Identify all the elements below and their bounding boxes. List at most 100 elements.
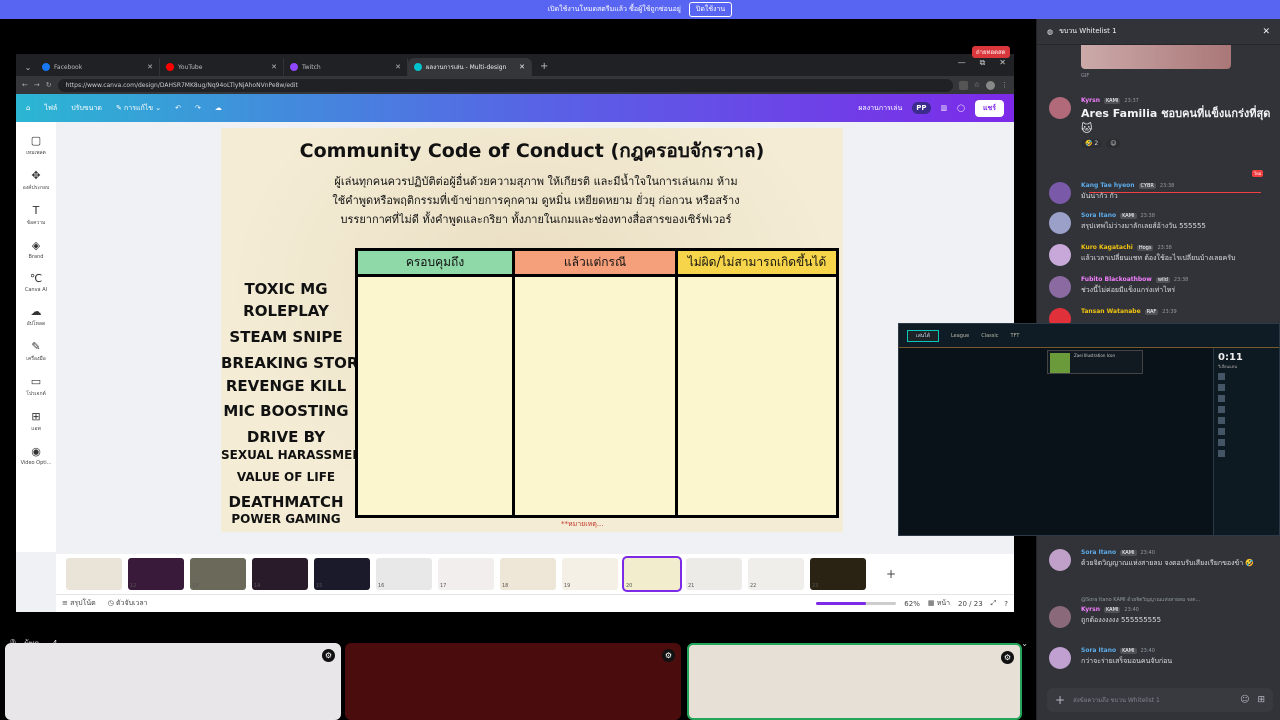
chat-message[interactable]: Fubito Blackoathbow wild 23:38 ช่วงนี้ไม่ค่… [1049, 276, 1275, 298]
username[interactable]: Fubito Blackoathbow [1081, 276, 1152, 283]
username[interactable]: Kyrsn [1081, 97, 1100, 104]
chat-message[interactable]: Sora Itano KAMI 23:38 สรุปเทพไม่ว่างมาลักเล… [1049, 212, 1275, 234]
zoom-slider[interactable] [816, 602, 897, 605]
tab-facebook[interactable]: Facebook ✕ [36, 58, 160, 76]
friend-item[interactable] [1218, 383, 1275, 392]
avatar[interactable] [1049, 606, 1071, 628]
screen-share[interactable]: ⌄ Facebook ✕ YouTube ✕ Twitch ✕ ผลงานการเล่… [16, 54, 1014, 612]
play-button[interactable]: เล่นได้ [907, 329, 939, 342]
game-notification[interactable]: Zaei Illustration Icon [1047, 350, 1143, 374]
username[interactable]: Tansan Watanabe [1081, 308, 1141, 315]
tab-twitch[interactable]: Twitch ✕ [284, 58, 408, 76]
timer-button[interactable]: ◷ ตัวจับเวลา [108, 598, 148, 609]
avatar[interactable] [1049, 97, 1071, 119]
close-icon[interactable]: ✕ [271, 63, 277, 71]
fullscreen-icon[interactable]: ⤢ [991, 599, 997, 608]
tab-youtube[interactable]: YouTube ✕ [160, 58, 284, 76]
friend-item[interactable] [1218, 416, 1275, 425]
mode-classic[interactable]: Classic [981, 333, 998, 339]
chat-message[interactable]: Tansan Watanabe RAF 23:39 [1049, 308, 1275, 330]
avatar[interactable] [1049, 212, 1071, 234]
chat-message[interactable]: Sora Itano KAMI 23:40 กว่าจะร่ายเสร็จมอนคนจ… [1049, 647, 1275, 669]
redo-icon[interactable]: ↷ [195, 104, 201, 112]
close-icon[interactable]: ✕ [147, 63, 153, 71]
page-thumbnail[interactable]: 14 [252, 558, 308, 590]
page-thumbnail[interactable]: 12 [128, 558, 184, 590]
add-reaction-icon[interactable]: ☺ [1106, 139, 1121, 148]
profile-icon[interactable] [986, 80, 995, 90]
username[interactable]: Kuro Kagatachi [1081, 244, 1133, 251]
page-thumbnail[interactable]: 21 [686, 558, 742, 590]
sidenav-item[interactable]: T ข้อความ [27, 204, 46, 227]
page-view-button[interactable]: ▦ หน้า [928, 598, 950, 609]
sidenav-item[interactable]: ⊞ แอพ [31, 410, 41, 433]
share-button[interactable]: แชร์ [974, 99, 1004, 117]
page-thumbnail[interactable]: 20 [622, 556, 682, 592]
username[interactable]: Sora Itano [1081, 647, 1116, 654]
mode-tft[interactable]: TFT [1011, 333, 1020, 339]
apps-icon[interactable]: ⊞ [1257, 695, 1265, 705]
chat-message[interactable]: Sora Itano KAMI 23:40 ด้วยจิตวิญญาณแห่งสายล… [1049, 549, 1275, 571]
game-client-overlay[interactable]: เล่นได้ League Classic TFT Zaei Illustra… [898, 323, 1280, 536]
emoji-icon[interactable]: ☺ [1240, 695, 1249, 705]
sidenav-item[interactable]: ✎ เครื่องมือ [26, 340, 45, 363]
slide-canvas[interactable]: Community Code of Conduct (กฎครอบจักรวาล… [221, 128, 843, 532]
chat-message[interactable]: Kyrsn KAMI 23:37 Ares Familia ชอบคนที่แข็งแ… [1049, 97, 1275, 148]
close-icon[interactable]: ✕ [395, 63, 401, 71]
chat-message[interactable]: @Sora Itano KAMI ด้วยจิตวิญญาณแห่งสายลม … [1049, 596, 1275, 628]
help-icon[interactable]: ? [1004, 600, 1008, 608]
restore-icon[interactable]: ⧉ [980, 58, 986, 68]
avatar[interactable] [1049, 244, 1071, 266]
sidenav-item[interactable]: ☁ อัปโหลด [27, 305, 45, 328]
notes-button[interactable]: ≡ สรุปโน้ต [62, 598, 96, 609]
sidenav-item[interactable]: ✥ องค์ประกอบ [23, 169, 50, 192]
page-thumbnail[interactable]: 15 [314, 558, 370, 590]
forward-icon[interactable]: → [34, 81, 40, 89]
mode-league[interactable]: League [951, 333, 969, 339]
page-thumbnail[interactable]: 22 [748, 558, 804, 590]
sidenav-item[interactable]: ◈ Brand [29, 239, 44, 260]
tab-search-icon[interactable]: ⌄ [20, 58, 36, 76]
reaction-chip[interactable]: 🤣 2 [1081, 139, 1103, 148]
disable-streamer-mode-button[interactable]: ปิดใช้งาน [688, 2, 733, 17]
new-tab-button[interactable]: + [532, 58, 556, 76]
bookmark-star-icon[interactable]: ☆ [974, 81, 980, 89]
sidenav-item[interactable]: ▢ เทมเพลต [26, 134, 46, 157]
avatar[interactable] [1049, 647, 1071, 669]
message-input[interactable]: + ส่งข้อความถึง ขบวน Whitelist 1 ☺ ⊞ [1047, 688, 1273, 712]
sidenav-item[interactable]: ◉ Video Opti... [21, 445, 52, 466]
friend-item[interactable] [1218, 372, 1275, 381]
avatar[interactable] [1049, 276, 1071, 298]
home-icon[interactable]: ⌂ [26, 104, 30, 112]
avatar[interactable]: PP [912, 102, 931, 114]
cloud-save-icon[interactable]: ☁ [215, 104, 222, 112]
sidenav-item[interactable]: ℃ Canva AI [25, 272, 47, 293]
comment-icon[interactable]: ◯ [957, 104, 965, 112]
friend-item[interactable] [1218, 405, 1275, 414]
close-window-icon[interactable]: ✕ [999, 58, 1006, 68]
menu-file[interactable]: ไฟล์ [44, 103, 57, 114]
friend-item[interactable] [1218, 427, 1275, 436]
voice-tile-1[interactable]: ⚙ [5, 643, 341, 720]
menu-resize[interactable]: ปรับขนาด [71, 103, 102, 114]
reload-icon[interactable]: ↻ [46, 81, 52, 89]
friend-item[interactable] [1218, 449, 1275, 458]
tile-options-icon[interactable]: ⚙ [1001, 651, 1014, 664]
close-icon[interactable]: ✕ [1262, 27, 1270, 37]
undo-icon[interactable]: ↶ [175, 104, 181, 112]
username[interactable]: Sora Itano [1081, 212, 1116, 219]
document-title[interactable]: ผลงานการเล่น [858, 103, 902, 114]
minimize-icon[interactable]: — [958, 58, 966, 68]
add-attachment-icon[interactable]: + [1055, 693, 1065, 707]
username[interactable]: Kyrsn [1081, 606, 1100, 613]
page-thumbnail[interactable]: 13 [190, 558, 246, 590]
voice-tile-2[interactable]: ⚙ [345, 643, 681, 720]
close-icon[interactable]: ✕ [519, 63, 525, 71]
page-thumbnail[interactable]: 18 [500, 558, 556, 590]
menu-edit[interactable]: ✎ การแก้ไข ⌄ [116, 103, 161, 114]
chevron-down-icon[interactable]: ⌄ [1021, 639, 1028, 648]
page-thumbnail[interactable]: 19 [562, 558, 618, 590]
tile-options-icon[interactable]: ⚙ [322, 649, 335, 662]
chat-message[interactable]: Kang Tae hyeon CYBR 23:38 มันน่ากัว กัว [1049, 182, 1275, 204]
gif-image[interactable] [1081, 45, 1231, 69]
